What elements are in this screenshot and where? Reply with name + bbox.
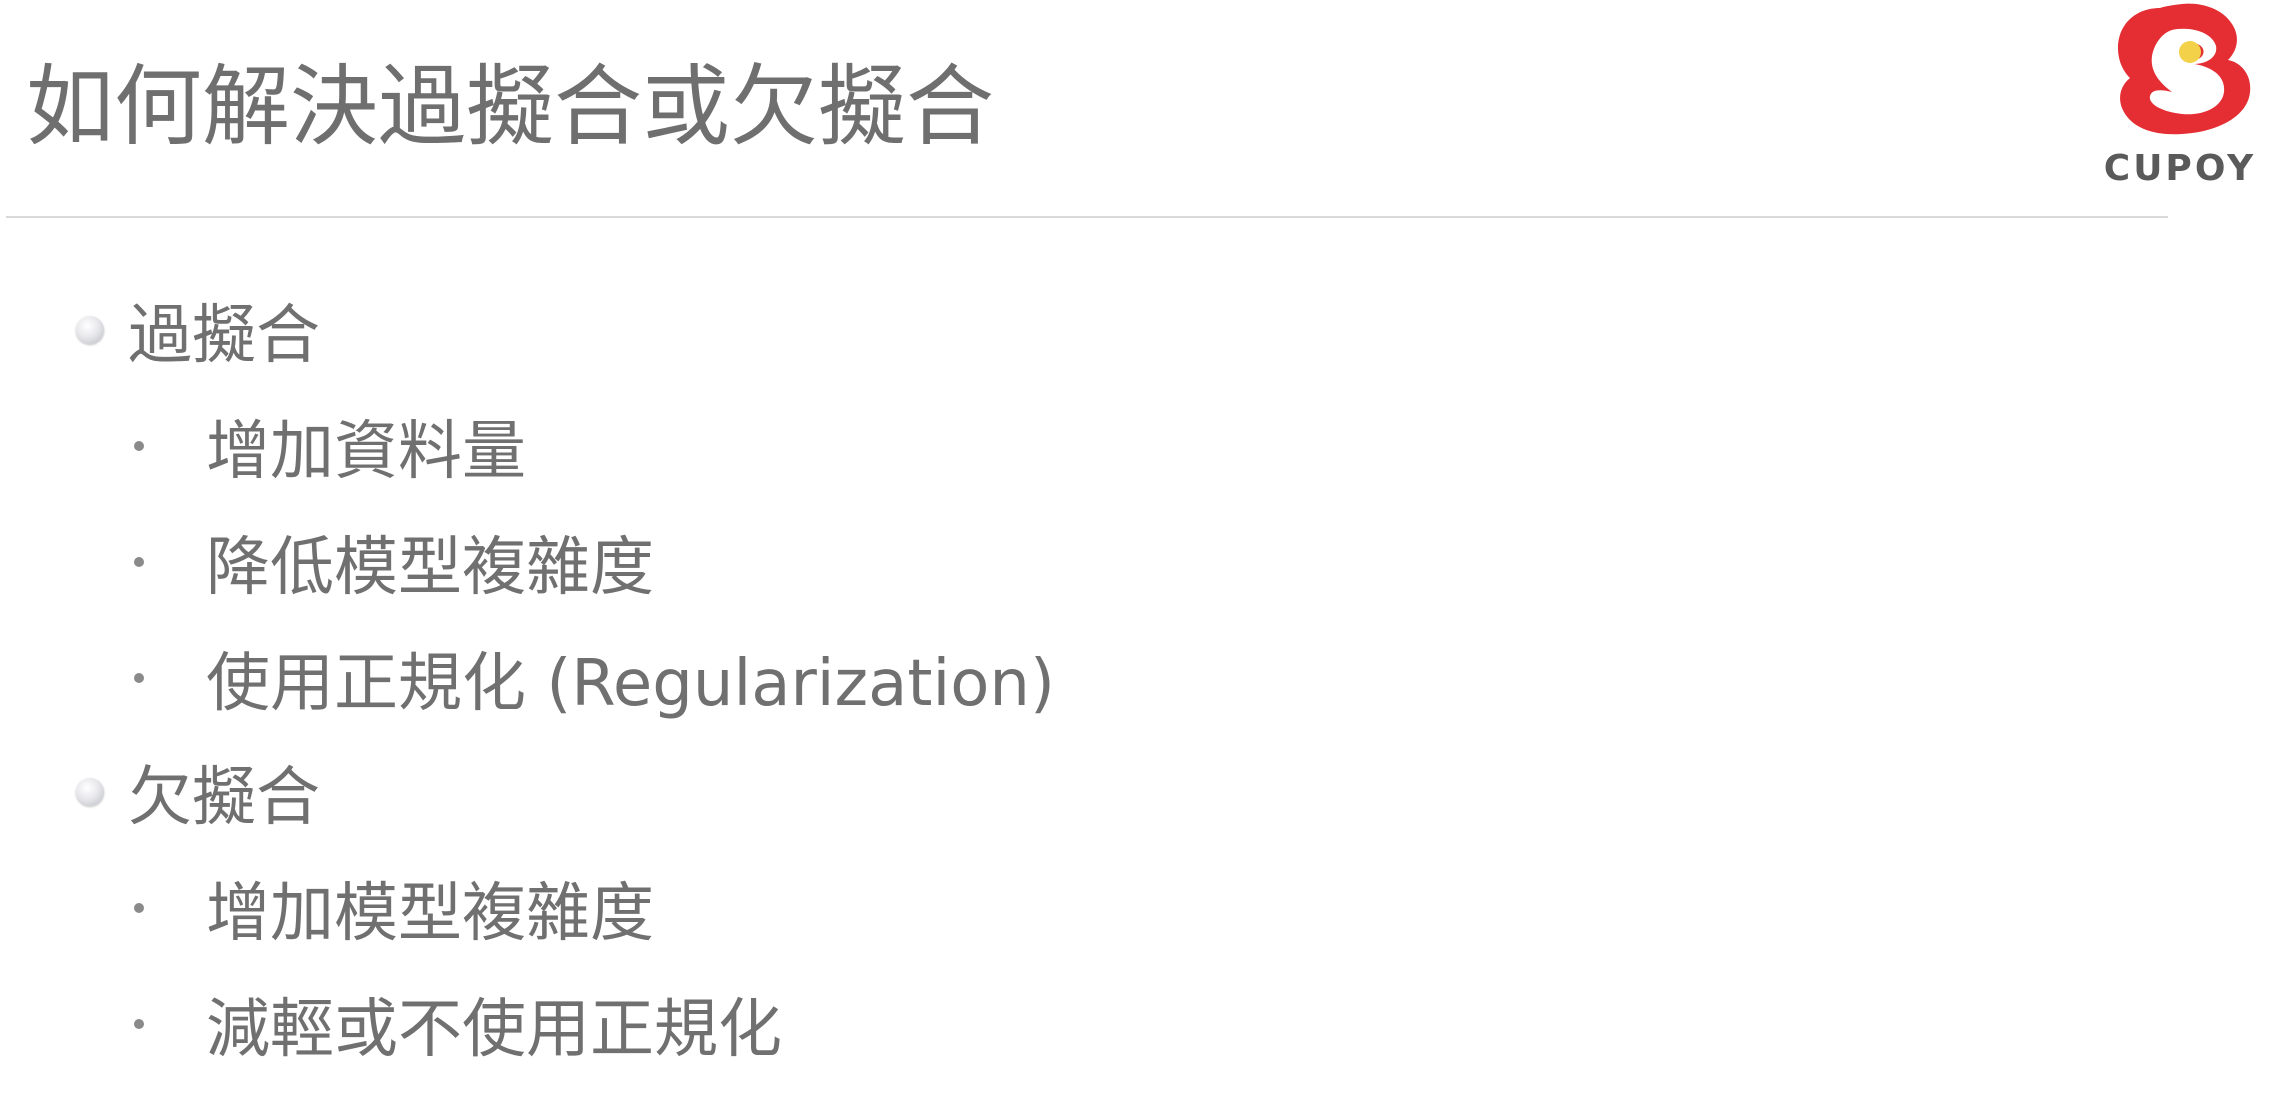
list-item: 降低模型複雜度 [134, 512, 654, 612]
list-item: 使用正規化 (Regularization) [134, 628, 1055, 728]
bullet-dot-icon [134, 903, 144, 913]
list-item-text: 增加模型複雜度 [206, 877, 654, 951]
logo-dot-icon [2179, 41, 2201, 63]
section-heading-underfitting: 欠擬合 [76, 742, 320, 842]
section-heading-text: 過擬合 [128, 299, 320, 373]
bullet-dot-icon [134, 1019, 144, 1029]
logo-text: CUPOY [2103, 148, 2257, 189]
bullet-dot-icon [134, 673, 144, 683]
bullet-disc-icon [76, 778, 104, 806]
slide-title: 如何解決過擬合或欠擬合 [26, 55, 995, 158]
list-item: 減輕或不使用正規化 [134, 974, 782, 1074]
cupoy-logo: CUPOY [2090, 0, 2270, 200]
title-divider [6, 216, 2168, 218]
list-item-text: 降低模型複雜度 [206, 531, 654, 605]
list-item: 增加模型複雜度 [134, 858, 654, 958]
bullet-disc-icon [76, 316, 104, 344]
section-heading-text: 欠擬合 [128, 761, 320, 835]
bullet-dot-icon [134, 441, 144, 451]
slide: 如何解決過擬合或欠擬合 CUPOY 過擬合 增加資料量 降低模型複雜度 使用正規… [0, 0, 2270, 1100]
cupoy-logo-icon [2118, 3, 2251, 135]
list-item: 增加資料量 [134, 396, 526, 496]
list-item-text: 使用正規化 (Regularization) [206, 647, 1055, 721]
list-item-text: 減輕或不使用正規化 [206, 993, 782, 1067]
section-heading-overfitting: 過擬合 [76, 280, 320, 380]
list-item-text: 增加資料量 [206, 415, 526, 489]
bullet-dot-icon [134, 557, 144, 567]
